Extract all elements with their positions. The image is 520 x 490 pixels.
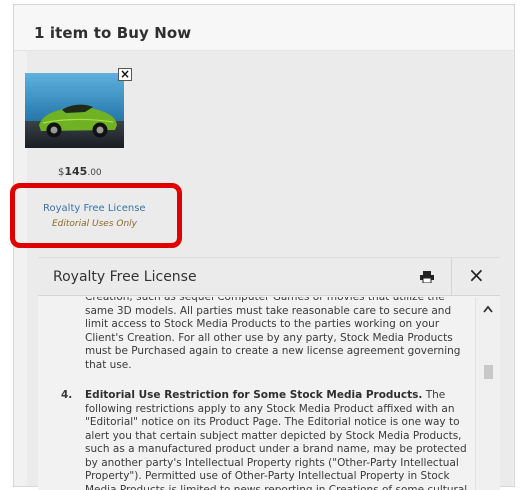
cart-header: 1 item to Buy Now bbox=[14, 5, 514, 51]
green-sports-car-image bbox=[25, 73, 124, 148]
close-icon: × bbox=[468, 263, 485, 287]
price-cents: .00 bbox=[87, 168, 102, 178]
chevron-up-icon[interactable] bbox=[483, 305, 493, 313]
cart-title: 1 item to Buy Now bbox=[34, 24, 192, 42]
license-highlight-annotation bbox=[10, 183, 182, 248]
license-panel-title: Royalty Free License bbox=[53, 269, 197, 285]
product-thumbnail[interactable] bbox=[25, 73, 124, 148]
scrollbar-thumb[interactable] bbox=[484, 365, 493, 379]
license-text-continuation: Creation, such as sequel Computer Games … bbox=[85, 297, 461, 371]
clause-number: 4. bbox=[61, 389, 73, 401]
license-panel-header: Royalty Free License × bbox=[38, 258, 500, 296]
item-price: $145.00 bbox=[58, 165, 102, 178]
license-text-area[interactable]: Creation, such as sequel Computer Games … bbox=[38, 297, 475, 490]
close-panel-button[interactable]: × bbox=[451, 258, 500, 296]
clause-4: Editorial Use Restriction for Some Stock… bbox=[85, 389, 475, 490]
remove-item-button[interactable]: × bbox=[118, 68, 132, 81]
license-scrollbar[interactable] bbox=[475, 297, 500, 490]
clause-4-body: The following restrictions apply to any … bbox=[85, 389, 471, 490]
clause-4-heading: Editorial Use Restriction for Some Stock… bbox=[85, 389, 423, 401]
price-amount: 145 bbox=[64, 165, 88, 178]
license-panel: Royalty Free License × Creation, such as… bbox=[38, 257, 500, 490]
printer-icon[interactable] bbox=[420, 271, 434, 283]
